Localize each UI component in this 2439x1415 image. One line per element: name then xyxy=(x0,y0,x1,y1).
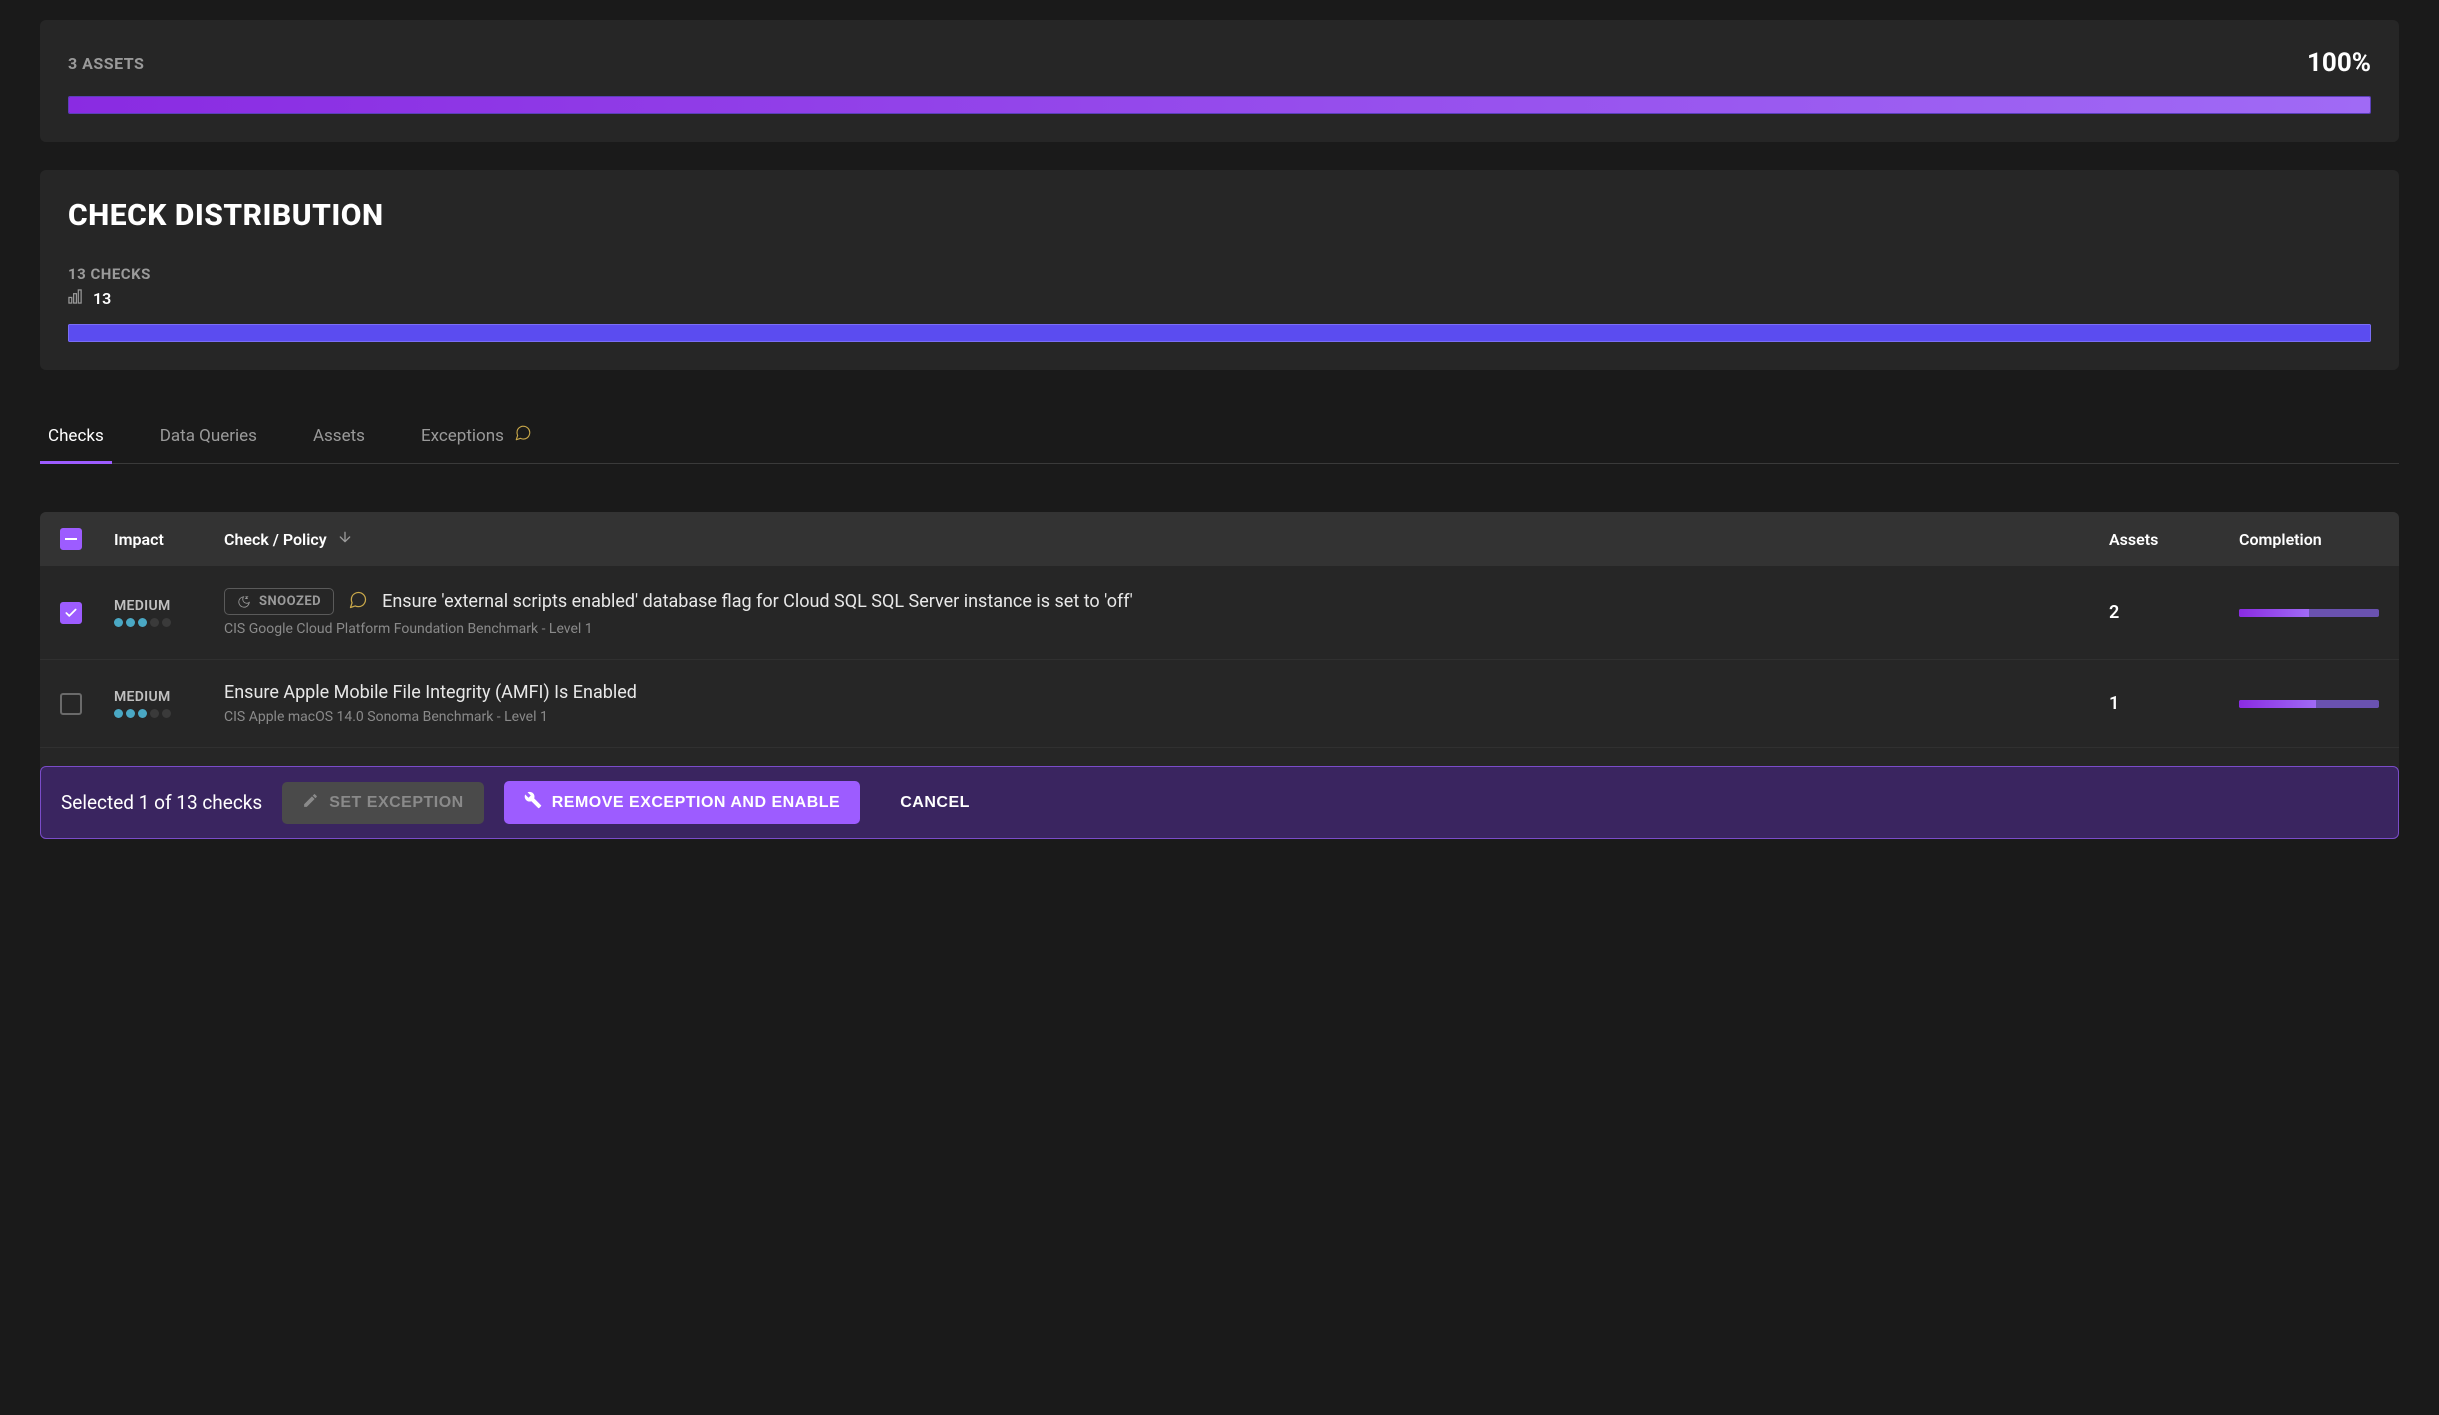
completion-cell xyxy=(2239,700,2379,708)
check-title: Ensure 'external scripts enabled' databa… xyxy=(382,591,1133,612)
bar-chart-icon xyxy=(68,289,83,308)
set-exception-label: SET EXCEPTION xyxy=(329,794,464,812)
cancel-label: CANCEL xyxy=(900,794,970,812)
completion-cell xyxy=(2239,609,2379,617)
table-row[interactable]: MEDIUM SNOOZED Ensure 'external scripts en… xyxy=(40,566,2399,660)
policy-subtitle: CIS Apple macOS 14.0 Sonoma Benchmark - … xyxy=(224,709,2089,725)
impact-dots xyxy=(114,709,204,718)
completion-bar xyxy=(2239,700,2379,708)
moon-snooze-icon xyxy=(237,595,251,609)
impact-dots xyxy=(114,618,204,627)
policy-subtitle: CIS Google Cloud Platform Foundation Ben… xyxy=(224,621,2089,637)
assets-card: 3 ASSETS 100% xyxy=(40,20,2399,142)
select-all-checkbox[interactable] xyxy=(60,528,82,550)
impact-label: MEDIUM xyxy=(114,598,204,614)
selection-action-bar: Selected 1 of 13 checks SET EXCEPTION RE… xyxy=(40,766,2399,839)
impact-cell: MEDIUM xyxy=(114,689,204,718)
tab-assets[interactable]: Assets xyxy=(305,410,373,464)
remove-exception-button[interactable]: REMOVE EXCEPTION AND ENABLE xyxy=(504,781,861,824)
header-completion[interactable]: Completion xyxy=(2239,530,2379,549)
row-checkbox[interactable] xyxy=(60,693,82,715)
impact-cell: MEDIUM xyxy=(114,598,204,627)
chat-bubble-icon[interactable] xyxy=(348,590,368,614)
distribution-progress-bar xyxy=(68,324,2371,342)
assets-label: 3 ASSETS xyxy=(68,54,144,73)
cancel-button[interactable]: CANCEL xyxy=(880,784,990,822)
table-row[interactable]: MEDIUM Ensure Apple Mobile File Integrity… xyxy=(40,660,2399,748)
tab-exceptions[interactable]: Exceptions xyxy=(413,410,540,464)
checks-count: 13 xyxy=(93,289,111,308)
set-exception-button: SET EXCEPTION xyxy=(282,782,484,824)
snoozed-badge: SNOOZED xyxy=(224,588,334,615)
pencil-icon xyxy=(302,792,319,814)
assets-percent: 100% xyxy=(2307,48,2371,78)
distribution-title: CHECK DISTRIBUTION xyxy=(68,198,2371,233)
tools-icon xyxy=(524,791,542,814)
assets-progress-fill xyxy=(69,97,2370,113)
impact-label: MEDIUM xyxy=(114,689,204,705)
selection-count-text: Selected 1 of 13 checks xyxy=(61,791,262,814)
tab-exceptions-label: Exceptions xyxy=(421,426,504,446)
remove-exception-label: REMOVE EXCEPTION AND ENABLE xyxy=(552,794,841,812)
header-assets[interactable]: Assets xyxy=(2109,530,2219,549)
assets-progress-bar xyxy=(68,96,2371,114)
policy-cell: Ensure Apple Mobile File Integrity (AMFI… xyxy=(224,682,2089,725)
checks-label: 13 CHECKS xyxy=(68,265,2371,283)
header-impact[interactable]: Impact xyxy=(114,530,204,549)
policy-cell: SNOOZED Ensure 'external scripts enabled'… xyxy=(224,588,2089,637)
tab-data-queries[interactable]: Data Queries xyxy=(152,410,265,464)
table-header: Impact Check / Policy Assets Completion xyxy=(40,512,2399,566)
assets-count: 2 xyxy=(2109,602,2219,623)
completion-bar xyxy=(2239,609,2379,617)
header-check-policy[interactable]: Check / Policy xyxy=(224,529,2089,549)
header-check-policy-label: Check / Policy xyxy=(224,530,327,549)
row-checkbox[interactable] xyxy=(60,602,82,624)
chat-bubble-icon xyxy=(514,424,532,447)
distribution-progress-fill xyxy=(68,324,2371,342)
tabs: Checks Data Queries Assets Exceptions xyxy=(40,410,2399,464)
tab-checks[interactable]: Checks xyxy=(40,410,112,464)
assets-count: 1 xyxy=(2109,693,2219,714)
check-title: Ensure Apple Mobile File Integrity (AMFI… xyxy=(224,682,637,703)
sort-arrow-down-icon xyxy=(337,529,353,549)
distribution-card: CHECK DISTRIBUTION 13 CHECKS 13 xyxy=(40,170,2399,370)
